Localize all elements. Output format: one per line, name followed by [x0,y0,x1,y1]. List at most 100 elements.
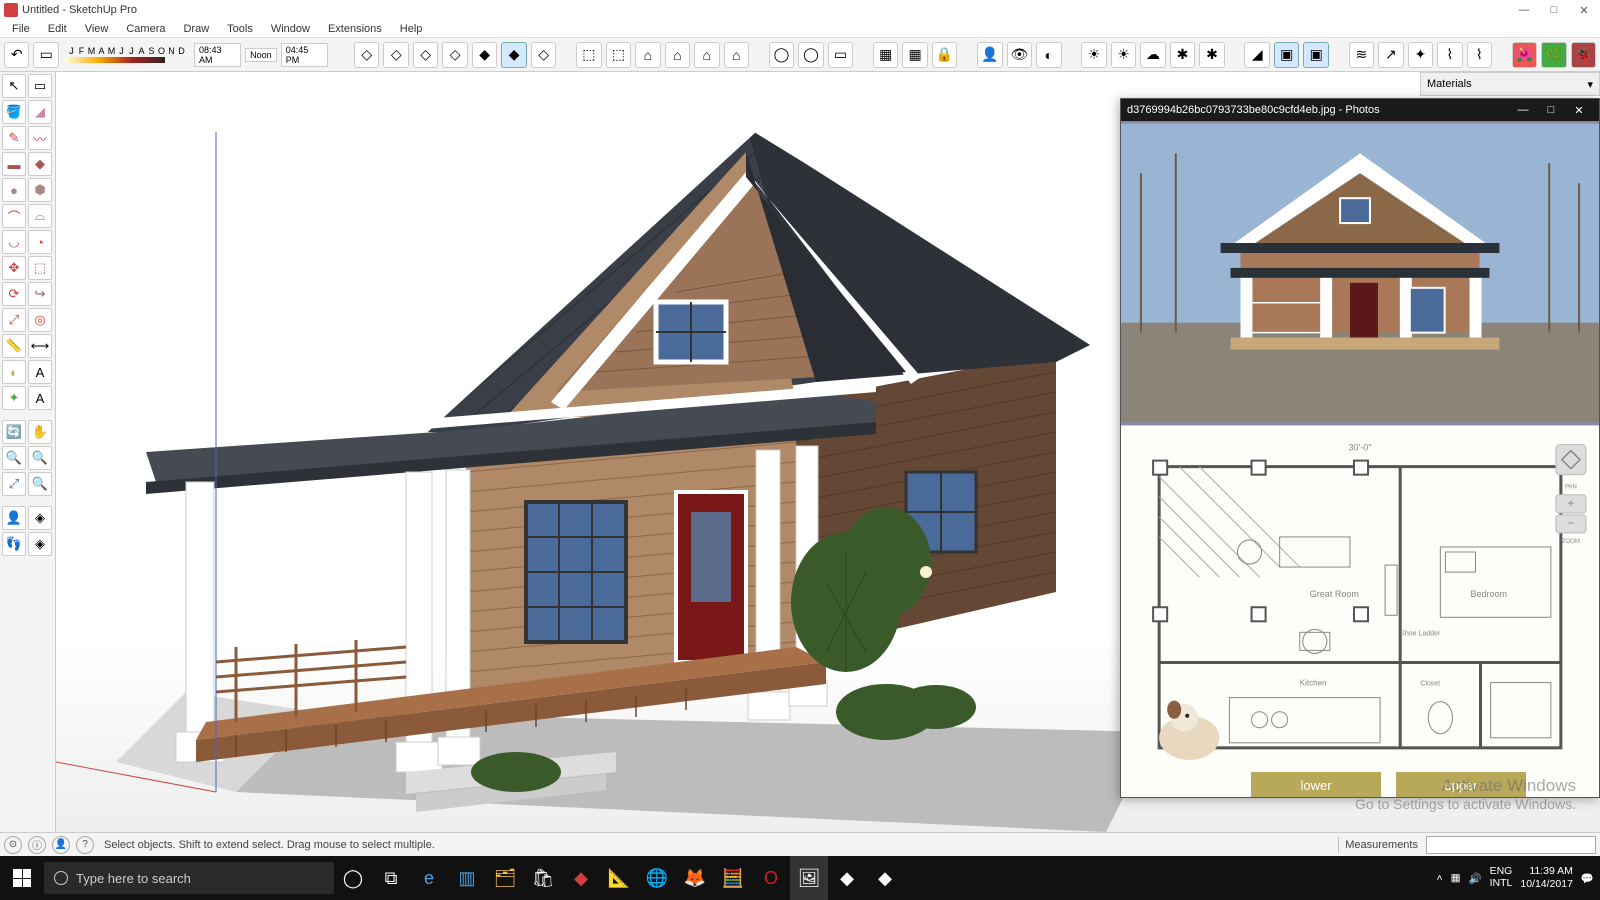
start-button[interactable] [0,856,44,900]
scenes-button[interactable]: ✦ [1408,42,1433,68]
axes-tool[interactable]: ✦ [2,386,26,410]
polygon-tool[interactable]: ⬢ [28,178,52,202]
status-credits-icon[interactable]: ⓘ [28,836,46,854]
chrome-icon[interactable]: 🌐 [638,856,676,900]
circle-tool-button[interactable]: ◯ [769,42,794,68]
tray-chevron-icon[interactable]: ˄ [1436,872,1442,884]
opera-icon[interactable]: O [752,856,790,900]
freehand-tool[interactable]: 〰 [28,126,52,150]
shadow-time-left[interactable]: 08:43 AM [194,43,241,67]
shadow-time-noon[interactable]: Noon [245,48,277,62]
status-geolocation-icon[interactable]: ⊙ [4,836,22,854]
close-button[interactable]: ✕ [1578,4,1590,16]
menu-camera[interactable]: Camera [118,21,173,37]
view-top-button[interactable]: ⬚ [606,42,631,68]
settings2-button[interactable]: ✱ [1199,42,1224,68]
style-backedges-button[interactable]: ◇ [383,42,408,68]
scale-tool[interactable]: ⤢ [2,308,26,332]
orbit-tool[interactable]: 🔄 [2,420,26,444]
photos-titlebar[interactable]: d3769994b26bc0793733be80c9cfd4eb.jpg - P… [1121,99,1599,121]
pan-tool[interactable]: ✋ [28,420,52,444]
line-tool[interactable]: ✎ [2,126,26,150]
sandbox-button[interactable]: ◢ [1244,42,1269,68]
photos-window[interactable]: d3769994b26bc0793733be80c9cfd4eb.jpg - P… [1120,98,1600,798]
photos-maximize-button[interactable]: □ [1537,104,1565,116]
followme-tool[interactable]: ↪ [28,282,52,306]
style-hiddenline-button[interactable]: ◇ [442,42,467,68]
style-shadedtextures-button[interactable]: ◆ [501,42,526,68]
tray-network-icon[interactable]: ▦ [1451,872,1461,884]
style-xray-button[interactable]: ◇ [354,42,379,68]
view-back-button[interactable]: ⌂ [694,42,719,68]
group-button[interactable]: ▦ [873,42,898,68]
previous-tool[interactable]: 🔍 [28,472,52,496]
floorplan-lower-button[interactable]: lower [1251,772,1381,797]
protractor-tool[interactable]: ◐ [2,360,26,384]
lookaround-tool[interactable]: 👣 [2,532,26,556]
section-plane-tool[interactable]: ◈ [28,532,52,556]
redo-button[interactable]: ▭ [33,42,58,68]
offset-tool[interactable]: ◎ [28,308,52,332]
section-button[interactable]: ◐ [1036,42,1061,68]
tray-volume-icon[interactable]: 🔊 [1469,872,1482,885]
app-icon-3[interactable]: ◆ [828,856,866,900]
tray-time[interactable]: 11:39 AM [1520,865,1573,878]
menu-edit[interactable]: Edit [40,21,75,37]
zoomextents-tool[interactable]: ⤢ [2,472,26,496]
app-icon-2[interactable]: 📐 [600,856,638,900]
walk-tool2[interactable]: ◈ [28,506,52,530]
look-button[interactable]: 👁 [1007,42,1032,68]
view-front-button[interactable]: ⌂ [635,42,660,68]
view-left-button[interactable]: ⌂ [724,42,749,68]
pushpull-tool[interactable]: ⬚ [28,256,52,280]
style-shaded-button[interactable]: ◆ [472,42,497,68]
view-iso-button[interactable]: ⬚ [576,42,601,68]
dimension-tool[interactable]: ⟷ [28,334,52,358]
style-monochrome-button[interactable]: ◇ [531,42,556,68]
status-help-icon[interactable]: ? [76,836,94,854]
cortana-icon[interactable]: ◯ [334,856,372,900]
calculator-icon[interactable]: 🧮 [714,856,752,900]
app-icon-4[interactable]: ◆ [866,856,904,900]
photos-minimize-button[interactable]: — [1509,104,1537,116]
sun-button[interactable]: ☀ [1081,42,1106,68]
menu-tools[interactable]: Tools [219,21,261,37]
walk-button[interactable]: 👤 [977,42,1002,68]
circle-tool[interactable]: ● [2,178,26,202]
sandbox2-button[interactable]: ▣ [1274,42,1299,68]
lock-button[interactable]: 🔒 [932,42,957,68]
move-tool[interactable]: ✥ [2,256,26,280]
eraser-tool[interactable]: ◢ [28,100,52,124]
text-tool[interactable]: A [28,360,52,384]
menu-extensions[interactable]: Extensions [320,21,390,37]
minimize-button[interactable]: — [1518,4,1530,16]
menu-file[interactable]: File [4,21,38,37]
app-icon-1[interactable]: ▥ [448,856,486,900]
sketchup-icon[interactable]: ◆ [562,856,600,900]
photos-close-button[interactable]: ✕ [1565,104,1593,117]
tape-tool[interactable]: 📏 [2,334,26,358]
3dtext-tool[interactable]: A [28,386,52,410]
style-wireframe-button[interactable]: ◇ [413,42,438,68]
shadow-month-strip[interactable]: JFMAMJJASOND [63,46,190,56]
materials-close-icon[interactable]: ▾ [1587,78,1593,91]
menu-help[interactable]: Help [392,21,431,37]
component-tool[interactable]: ▭ [28,74,52,98]
arc2-tool[interactable]: ⌓ [28,204,52,228]
extension1-button[interactable]: 🌺 [1512,42,1537,68]
tray-notifications-icon[interactable]: 💬 [1581,872,1594,885]
select-tool[interactable]: ↖ [2,74,26,98]
pie-tool[interactable]: ◔ [28,230,52,254]
outliner-button[interactable]: ↗ [1378,42,1403,68]
file-explorer-icon[interactable]: 🗂 [486,856,524,900]
taskbar-search[interactable]: Type here to search [44,862,334,894]
measurements-input[interactable] [1426,836,1596,854]
arc3-tool[interactable]: ◡ [2,230,26,254]
extension3-button[interactable]: 🐞 [1571,42,1596,68]
arc-tool[interactable]: ⌒ [2,204,26,228]
firefox-icon[interactable]: 🦊 [676,856,714,900]
rotate-tool[interactable]: ⟳ [2,282,26,306]
position-camera-tool[interactable]: 👤 [2,506,26,530]
zoom-tool[interactable]: 🔍 [2,446,26,470]
undo-button[interactable]: ↶ [4,42,29,68]
